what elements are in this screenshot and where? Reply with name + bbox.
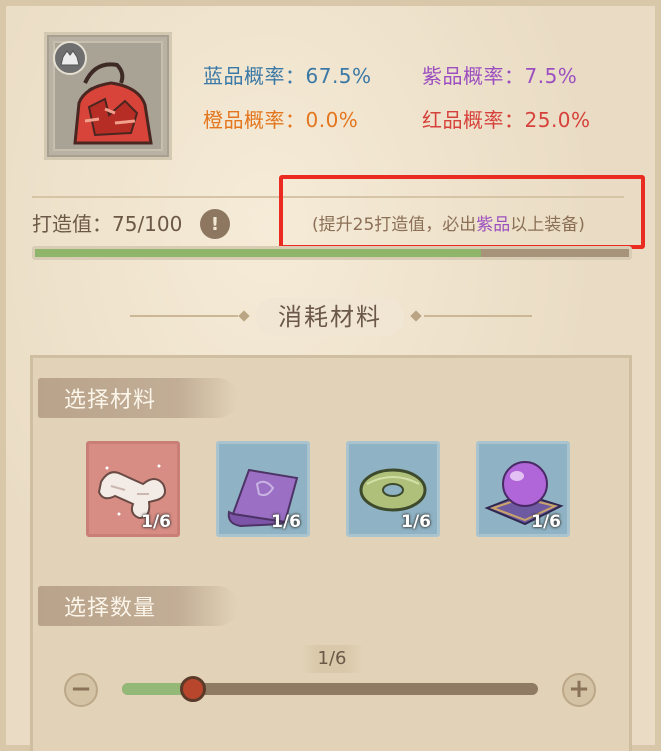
item-type-badge <box>53 41 87 75</box>
quantity-slider-knob[interactable] <box>179 676 206 702</box>
forge-progress-bar <box>32 246 632 260</box>
section-line-right <box>424 315 532 317</box>
material-slot-bone[interactable]: 1/6 <box>86 441 180 537</box>
red-quality-probability: 红品概率：25.0% <box>422 108 591 132</box>
material-count: 1/6 <box>531 512 561 532</box>
purple-quality-probability: 紫品概率：7.5% <box>422 64 578 88</box>
select-material-label: 选择材料 <box>64 388 157 413</box>
forge-progress-fill <box>35 249 481 257</box>
orange-quality-probability: 橙品概率：0.0% <box>203 108 359 132</box>
decrease-quantity-button[interactable]: − <box>64 673 98 707</box>
section-line-left <box>130 315 238 317</box>
material-count: 1/6 <box>141 512 171 532</box>
exclamation-icon[interactable]: ! <box>200 209 230 239</box>
material-count: 1/6 <box>271 512 301 532</box>
blue-quality-probability: 蓝品概率：67.5% <box>203 64 372 88</box>
highlight-annotation-box <box>279 175 645 249</box>
material-slot-ring[interactable]: 1/6 <box>346 441 440 537</box>
increase-quantity-button[interactable]: + <box>562 673 596 707</box>
section-title: 消耗材料 <box>256 298 404 336</box>
forge-value-label: 打造值：75/100 <box>32 212 183 236</box>
forge-item-slot[interactable] <box>44 32 172 160</box>
helmet-badge-icon <box>60 50 80 66</box>
quantity-value: 1/6 <box>300 645 364 673</box>
material-slot-cloth[interactable]: 1/6 <box>216 441 310 537</box>
material-slot-orb[interactable]: 1/6 <box>476 441 570 537</box>
material-count: 1/6 <box>401 512 431 532</box>
select-quantity-label: 选择数量 <box>64 596 157 621</box>
